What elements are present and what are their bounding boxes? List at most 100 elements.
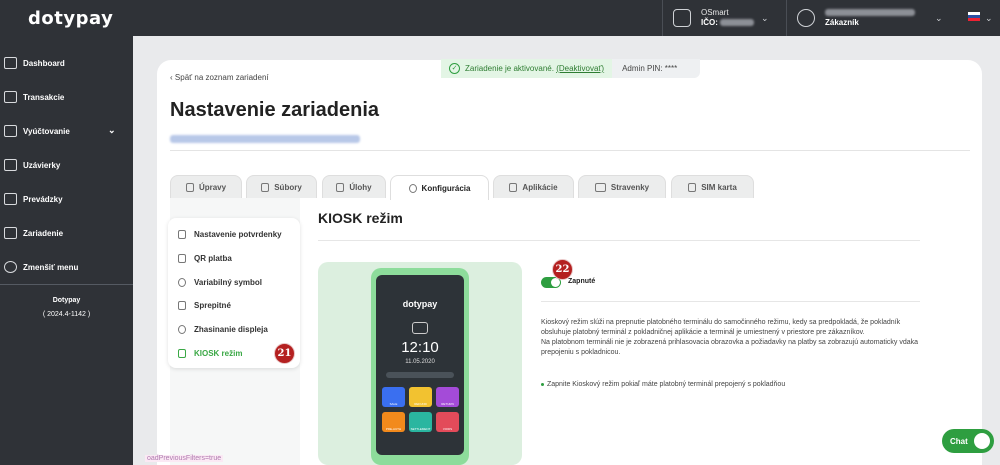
tab-label: Úpravy	[198, 183, 227, 192]
chevron-down-icon[interactable]: ⌄	[985, 13, 993, 24]
user-icon	[797, 9, 815, 27]
submenu-item-tips[interactable]: Sprepitné	[168, 294, 300, 316]
terminal-device: dotypay 12:10 11.05.2020 SALE REFUND RET…	[371, 268, 469, 465]
submenu-item-label: Zhasinanie displeja	[194, 324, 268, 334]
user-email-redacted	[825, 9, 915, 17]
qr-icon	[178, 253, 186, 263]
hand-pointer-icon	[178, 348, 186, 358]
bulb-icon	[178, 324, 186, 334]
app-logo[interactable]: dotypay	[28, 8, 113, 29]
tab-upravy[interactable]: Úpravy	[170, 175, 242, 199]
sidebar-item-uzavierky[interactable]: Uzávierky	[0, 155, 133, 175]
tile-label: VOIDS	[442, 427, 453, 431]
tile-label: SETTLEMENT	[410, 427, 431, 431]
section-title: KIOSK režim	[318, 210, 403, 226]
sidebar-item-vyuctovanie[interactable]: Vyúčtovanie ⌄	[0, 121, 133, 141]
admin-pin: Admin PIN: ****	[622, 64, 678, 73]
chevron-down-icon: ⌄	[761, 13, 769, 23]
divider	[541, 301, 920, 302]
terminal-date: 11.05.2020	[405, 359, 435, 365]
kiosk-hint: Zapnite Kioskový režim pokiaľ máte plato…	[541, 381, 785, 388]
sidebar-item-collapse[interactable]: Zmenšiť menu	[0, 257, 133, 277]
chevron-down-icon: ⌄	[935, 13, 943, 23]
terminal-icon	[4, 227, 17, 239]
company-name: OSmart	[701, 8, 729, 17]
file-icon	[261, 183, 270, 192]
tab-label: Úlohy	[349, 183, 372, 192]
tile-label: SALE	[389, 402, 398, 406]
language-flag-icon[interactable]	[968, 12, 980, 21]
card-icon	[4, 91, 17, 103]
sidebar-item-transakcie[interactable]: Transakcie	[0, 87, 133, 107]
terminal-tile: SETTLEMENT	[409, 412, 432, 432]
activation-banner: ✓ Zariadenie je aktivované. (Deaktivovať…	[441, 59, 700, 78]
user-role: Zákazník	[825, 18, 859, 27]
sidebar-item-prevadzky[interactable]: Prevádzky	[0, 189, 133, 209]
chevron-down-icon: ⌄	[108, 125, 116, 135]
top-bar: dotypay OSmart IČO: ⌄ Zákazník ⌄ ⌄	[0, 0, 1000, 36]
edit-icon	[185, 183, 194, 192]
terminal-tile: REFUND	[409, 387, 432, 407]
sidebar-item-zariadenie[interactable]: Zariadenie	[0, 223, 133, 243]
submenu-item-label: Sprepitné	[194, 300, 231, 310]
tab-ulohy[interactable]: Úlohy	[322, 175, 386, 199]
terminal-tile: SALE	[382, 387, 405, 407]
back-link-label: Späť na zoznam zariadení	[174, 73, 269, 82]
chat-button[interactable]: Chat	[942, 429, 994, 453]
sidebar-item-label: Dashboard	[23, 58, 65, 68]
tab-label: Aplikácie	[522, 183, 558, 192]
terminal-illustration: dotypay 12:10 11.05.2020 SALE REFUND RET…	[318, 262, 522, 465]
tab-label: SIM karta	[701, 183, 737, 192]
tab-label: Stravenky	[610, 183, 650, 192]
terminal-time: 12:10	[401, 339, 439, 356]
terminal-status-bar	[386, 372, 454, 378]
gear-icon	[408, 183, 417, 193]
sidebar-item-label: Vyúčtovanie	[23, 126, 70, 136]
sidebar-item-dashboard[interactable]: Dashboard	[0, 53, 133, 73]
step-badge: 22	[552, 259, 573, 280]
tile-label: RETURN	[441, 402, 454, 406]
tab-konfiguracia[interactable]: Konfigurácia	[390, 175, 489, 200]
sidebar: Dashboard Transakcie Vyúčtovanie ⌄ Uzávi…	[0, 36, 133, 465]
company-switcher[interactable]: OSmart IČO: ⌄	[662, 0, 778, 36]
sidebar-brand: Dotypay	[52, 297, 81, 304]
sidebar-item-label: Zmenšiť menu	[23, 262, 79, 272]
deactivate-link[interactable]: (Deaktivovať)	[556, 64, 604, 73]
sim-card-icon	[688, 183, 697, 192]
terminal-tile: VOIDS	[436, 412, 459, 432]
sidebar-item-label: Transakcie	[23, 92, 65, 102]
kiosk-description-1: Kioskový režim slúži na prepnutie platob…	[541, 319, 901, 336]
tab-subory[interactable]: Súbory	[246, 175, 317, 199]
phone-icon	[509, 183, 518, 192]
submenu-item-variable-symbol[interactable]: Variabilný symbol	[168, 271, 300, 293]
tile-label: PRE-AUTH	[385, 427, 402, 431]
kiosk-description: Kioskový režim slúži na prepnutie platob…	[541, 318, 921, 358]
terminal-screen: dotypay 12:10 11.05.2020 SALE REFUND RET…	[376, 275, 464, 455]
kiosk-hint-text: Zapnite Kioskový režim pokiaľ máte plato…	[547, 381, 786, 388]
chat-bubble-icon	[974, 433, 990, 449]
debug-text: oadPreviousFilters=true	[145, 455, 224, 462]
device-id-redacted	[170, 130, 360, 148]
page-title: Nastavenie zariadenia	[170, 99, 379, 121]
tile-label: REFUND	[414, 402, 427, 406]
tab-sim-karta[interactable]: SIM karta	[671, 175, 754, 199]
sidebar-divider	[0, 284, 133, 285]
submenu-item-label: KIOSK režim	[194, 348, 243, 358]
submenu-item-display-dimming[interactable]: Zhasinanie displeja	[168, 318, 300, 340]
terminal-logo: dotypay	[402, 299, 438, 309]
shop-icon	[4, 193, 17, 205]
user-switcher[interactable]: Zákazník ⌄	[786, 0, 952, 36]
back-link[interactable]: ‹ Späť na zoznam zariadení	[170, 73, 269, 82]
submenu-item-qr-payment[interactable]: QR platba	[168, 247, 300, 269]
divider	[170, 150, 970, 151]
sidebar-item-label: Prevádzky	[23, 194, 63, 204]
activation-status: ✓ Zariadenie je aktivované. (Deaktivovať…	[441, 59, 613, 78]
tab-aplikacie[interactable]: Aplikácie	[493, 175, 574, 199]
tab-label: Konfigurácia	[421, 183, 471, 193]
receipt-icon	[178, 229, 186, 239]
document-icon	[4, 125, 17, 137]
tab-stravenky[interactable]: Stravenky	[578, 175, 666, 199]
app-version: ( 2024.4-1142 )	[42, 311, 91, 318]
submenu-item-receipt-settings[interactable]: Nastavenie potvrdenky	[168, 223, 300, 245]
terminal-tile: RETURN	[436, 387, 459, 407]
